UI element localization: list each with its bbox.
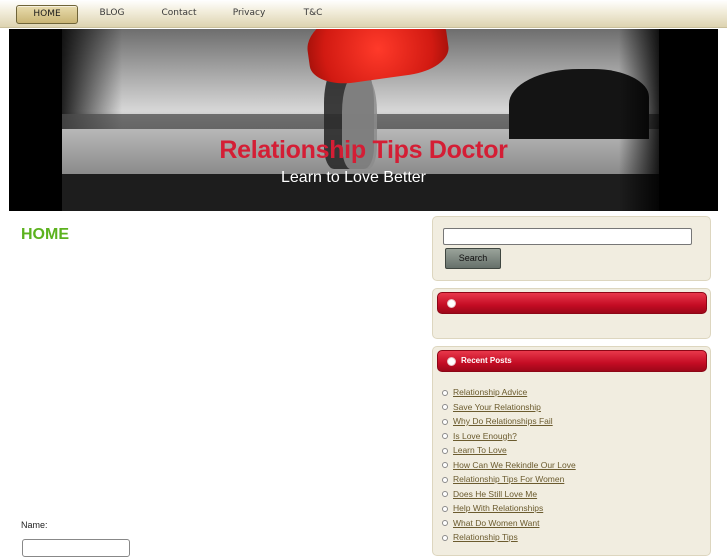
list-item: Learn To Love [442,443,576,458]
recent-post-link[interactable]: Save Your Relationship [453,402,541,412]
recent-post-link[interactable]: Is Love Enough? [453,431,517,441]
circle-bullet-icon [442,418,448,425]
site-title[interactable]: Relationship Tips Doctor [9,136,718,165]
banner-red-umbrella [302,29,452,89]
recent-posts-title: Recent Posts [461,356,512,365]
nav-item-contact[interactable]: Contact [150,5,208,24]
circle-bullet-icon [442,534,448,541]
widget-header-bar [437,292,707,314]
search-input[interactable] [443,228,692,245]
bullet-dot-icon [447,357,456,366]
top-navigation: HOME BLOG Contact Privacy T&C [0,0,727,28]
circle-bullet-icon [442,462,448,468]
recent-post-link[interactable]: Help With Relationships [453,503,543,513]
nav-item-privacy[interactable]: Privacy [221,5,277,24]
nav-item-blog[interactable]: BLOG [86,5,138,24]
list-item: Save Your Relationship [442,400,576,415]
name-field-label: Name: [21,520,48,530]
nav-item-terms[interactable]: T&C [293,5,333,24]
circle-bullet-icon [442,520,448,526]
name-input[interactable] [22,539,130,557]
page-title: HOME [21,226,69,243]
list-item: What Do Women Want [442,516,576,531]
recent-post-link[interactable]: Why Do Relationships Fail [453,416,553,426]
circle-bullet-icon [442,447,448,454]
search-widget: Search [432,216,711,281]
recent-posts-header-bar: Recent Posts [437,350,707,372]
list-item: Why Do Relationships Fail [442,414,576,429]
circle-bullet-icon [442,389,448,396]
list-item: Relationship Advice [442,385,576,400]
recent-posts-widget: Recent Posts Relationship Advice Save Yo… [432,346,711,556]
list-item: Does He Still Love Me [442,487,576,502]
recent-post-link[interactable]: Learn To Love [453,445,507,455]
site-header: Relationship Tips Doctor Learn to Love B… [9,29,718,211]
search-button[interactable]: Search [445,248,501,269]
site-tagline: Learn to Love Better [281,169,426,186]
recent-post-link[interactable]: Relationship Tips [453,532,518,542]
recent-post-link[interactable]: What Do Women Want [453,518,539,528]
list-item: Help With Relationships [442,501,576,516]
recent-post-link[interactable]: Relationship Tips For Women [453,474,564,484]
circle-bullet-icon [442,404,448,410]
list-item: Is Love Enough? [442,429,576,444]
list-item: Relationship Tips [442,530,576,545]
list-item: Relationship Tips For Women [442,472,576,487]
recent-post-link[interactable]: Relationship Advice [453,387,527,397]
recent-post-link[interactable]: Does He Still Love Me [453,489,537,499]
bullet-dot-icon [447,299,456,308]
circle-bullet-icon [442,476,448,483]
sidebar-widget-untitled [432,288,711,339]
circle-bullet-icon [442,433,448,439]
circle-bullet-icon [442,505,448,512]
circle-bullet-icon [442,491,448,497]
nav-item-home[interactable]: HOME [16,5,78,24]
banner-trees [509,69,649,139]
recent-post-link[interactable]: How Can We Rekindle Our Love [453,460,576,470]
list-item: How Can We Rekindle Our Love [442,458,576,473]
recent-posts-list: Relationship Advice Save Your Relationsh… [442,385,576,545]
